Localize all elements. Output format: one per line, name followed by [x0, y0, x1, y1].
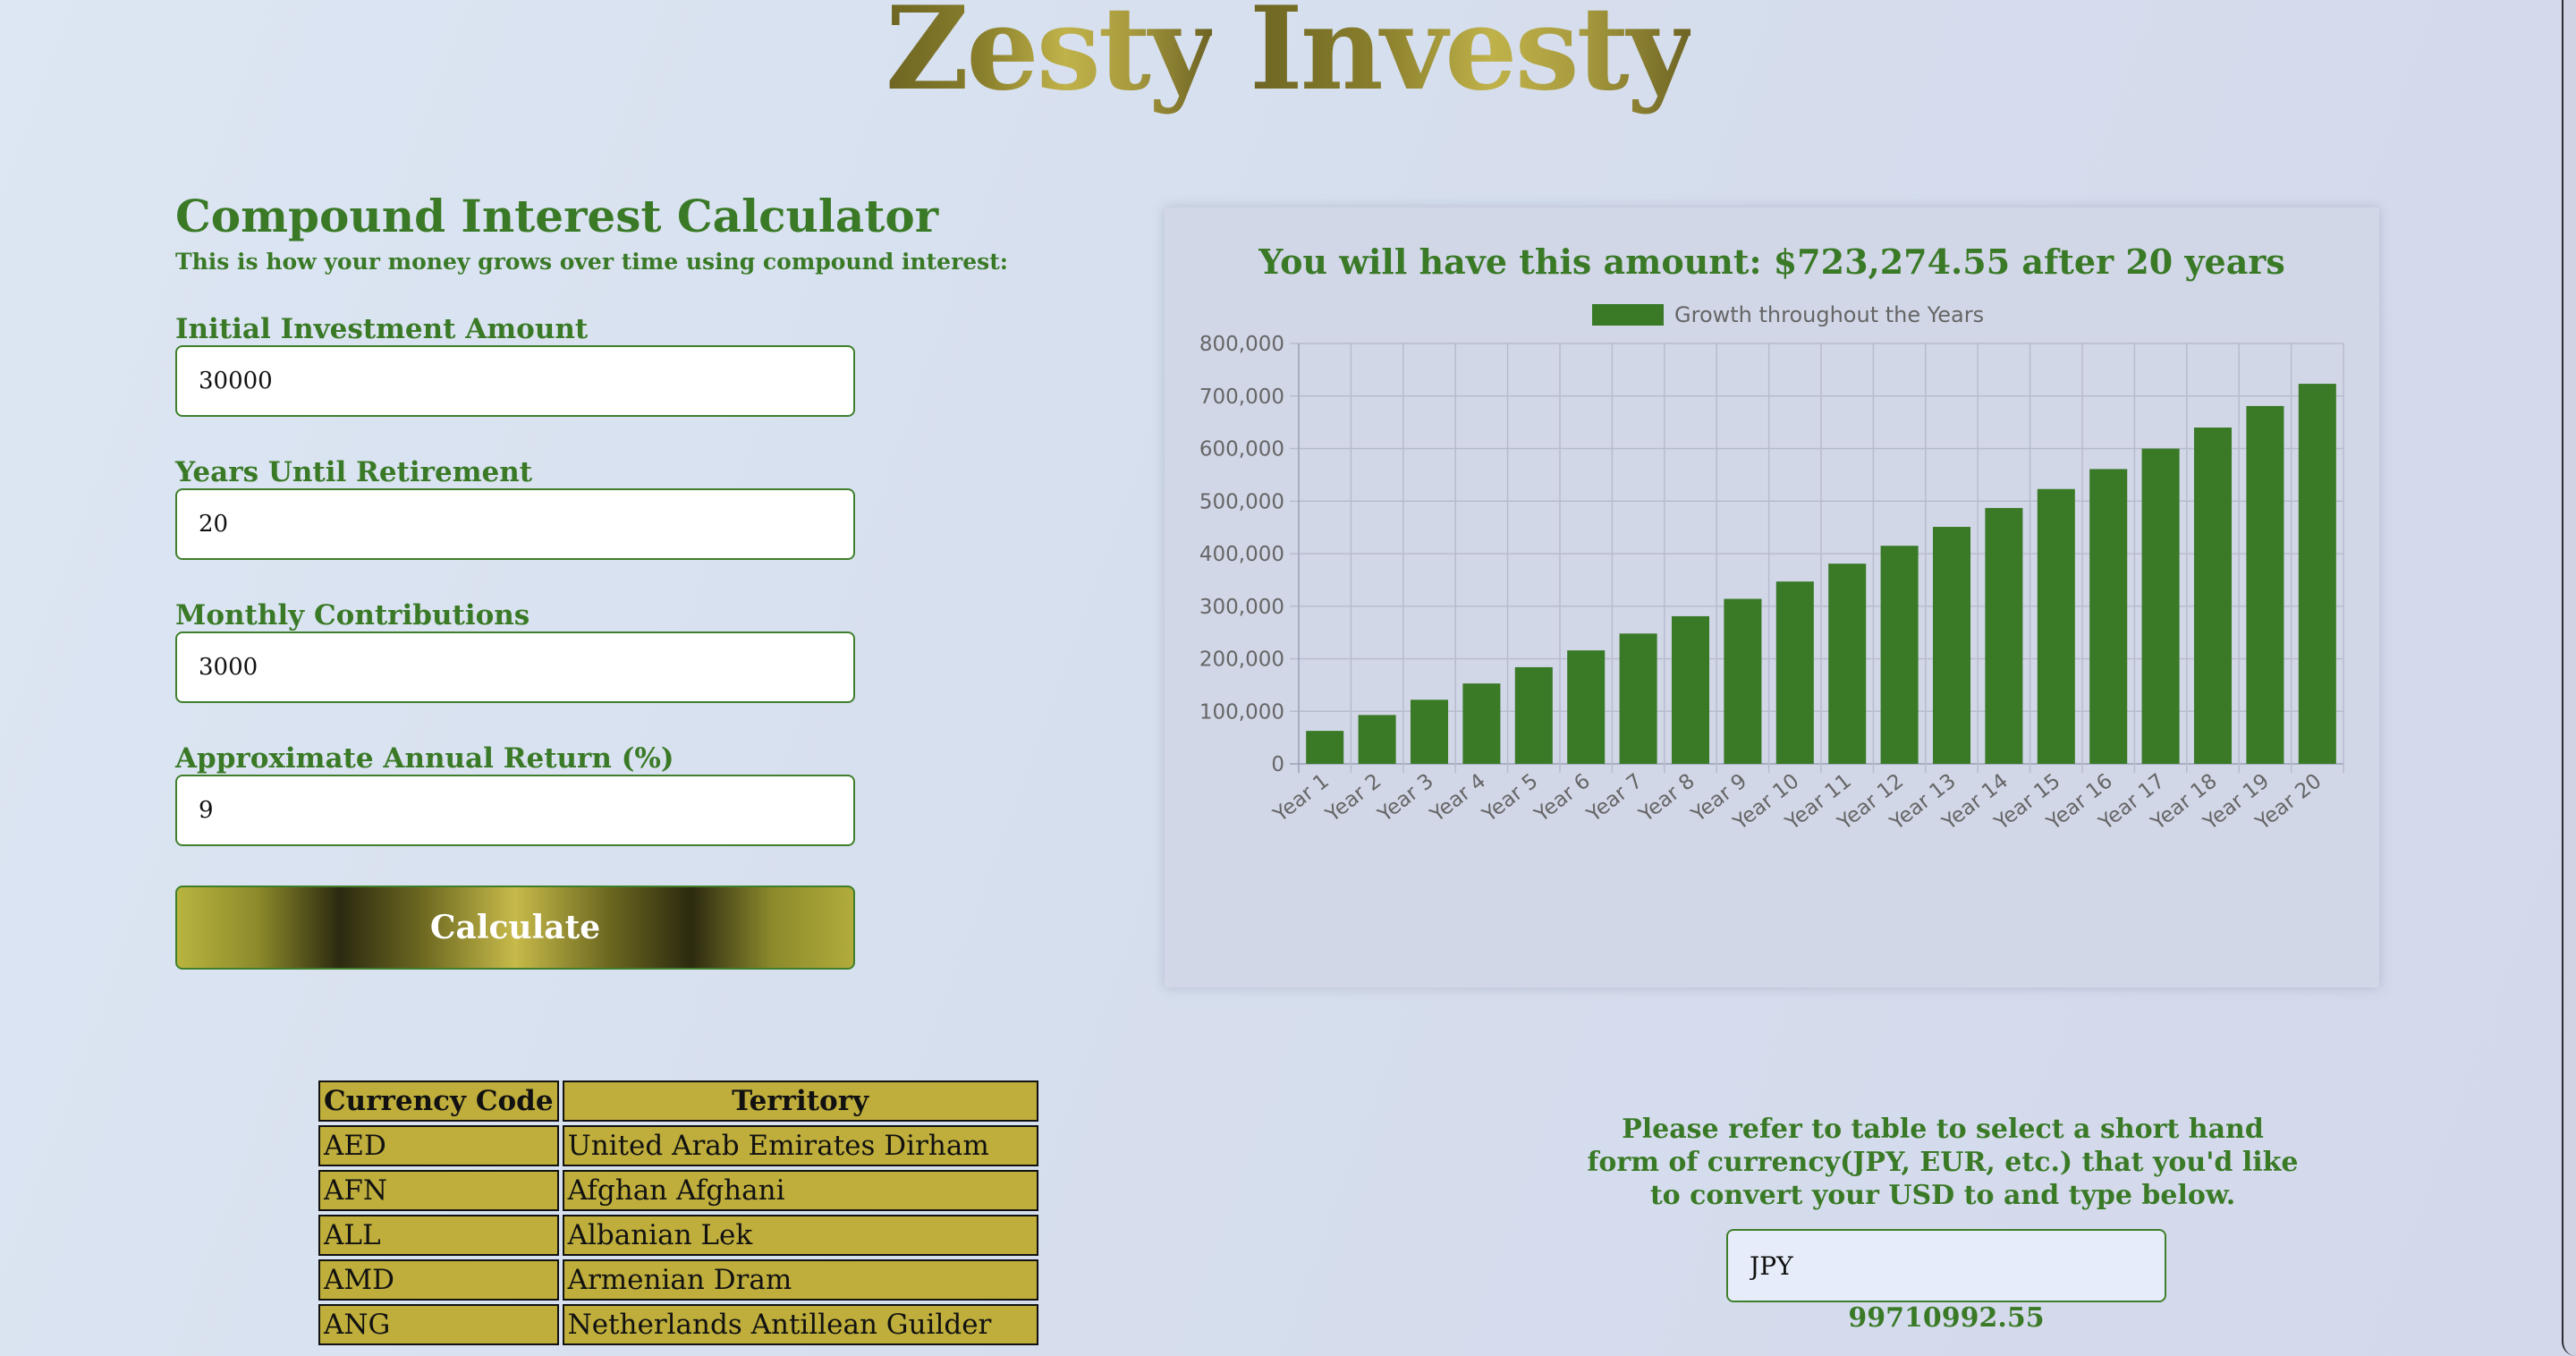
- bar-6: [1567, 650, 1606, 764]
- years-until-retirement-label: Years Until Retirement: [175, 456, 533, 488]
- bar-20: [2298, 384, 2336, 764]
- bar-1: [1306, 731, 1344, 764]
- x-tick-label: Year 1: [1268, 769, 1333, 827]
- bar-8: [1671, 615, 1710, 764]
- bar-13: [1932, 527, 1971, 764]
- bar-4: [1462, 683, 1501, 764]
- bar-14: [1985, 507, 2023, 764]
- bar-17: [2141, 448, 2180, 764]
- currency-code-input[interactable]: [1726, 1229, 2166, 1302]
- table-row: AED United Arab Emirates Dirham: [318, 1125, 1038, 1166]
- x-tick-label: Year 8: [1634, 769, 1699, 827]
- territory-cell: United Arab Emirates Dirham: [562, 1125, 1038, 1166]
- table-header-row: Currency Code Territory: [318, 1081, 1038, 1122]
- initial-investment-label: Initial Investment Amount: [175, 313, 589, 345]
- table-row: ALL Albanian Lek: [318, 1215, 1038, 1256]
- column-header-territory: Territory: [562, 1081, 1038, 1122]
- currency-code-cell: AFN: [318, 1170, 559, 1211]
- bar-19: [2246, 405, 2284, 764]
- converted-amount: 99710992.55: [1848, 1302, 2045, 1334]
- bar-15: [2037, 488, 2075, 764]
- x-tick-label: Year 5: [1478, 769, 1542, 827]
- monthly-contributions-label: Monthly Contributions: [175, 599, 530, 631]
- growth-chart-card: You will have this amount: $723,274.55 a…: [1165, 208, 2379, 987]
- growth-bar-chart: 0 100,000 200,000 300,000 400,000 500,000 600,…: [1199, 333, 2344, 835]
- bar-11: [1828, 564, 1867, 764]
- table-row: AMD Armenian Dram: [318, 1259, 1038, 1301]
- converter-instructions: Please refer to table to select a short …: [1587, 1114, 2299, 1211]
- currency-code-cell: AMD: [318, 1259, 559, 1301]
- bar-16: [2089, 469, 2128, 764]
- window-edge: [2562, 0, 2576, 1356]
- x-tick-label: Year 6: [1530, 769, 1594, 827]
- table-row: ANG Netherlands Antillean Guilder: [318, 1304, 1038, 1345]
- bar-2: [1358, 715, 1396, 764]
- y-tick-label: 500,000: [1199, 490, 1284, 513]
- bar-3: [1410, 699, 1449, 764]
- initial-investment-input[interactable]: [175, 345, 855, 417]
- column-header-currency-code: Currency Code: [318, 1081, 559, 1122]
- brand-word-2: Investy: [1250, 0, 1693, 116]
- table-row: AFN Afghan Afghani: [318, 1170, 1038, 1211]
- bar-9: [1724, 598, 1762, 764]
- calculator-subtitle: This is how your money grows over time u…: [175, 249, 1009, 275]
- bar-7: [1619, 633, 1657, 764]
- y-tick-label: 700,000: [1199, 386, 1284, 409]
- y-tick-label: 600,000: [1199, 438, 1284, 462]
- territory-cell: Afghan Afghani: [562, 1170, 1038, 1211]
- bar-5: [1514, 666, 1553, 764]
- years-until-retirement-input[interactable]: [175, 488, 855, 560]
- brand-word-1: Zesty: [886, 0, 1215, 116]
- bar-10: [1775, 581, 1814, 764]
- x-tick-label: Year 4: [1426, 769, 1490, 827]
- x-tick-label: Year 2: [1321, 769, 1385, 827]
- annual-return-input[interactable]: [175, 775, 855, 846]
- monthly-contributions-input[interactable]: [175, 631, 855, 703]
- currency-code-cell: ANG: [318, 1304, 559, 1345]
- brand-logo: Zesty Investy: [0, 0, 2576, 134]
- y-tick-label: 300,000: [1199, 596, 1284, 619]
- y-tick-label: 200,000: [1199, 648, 1284, 672]
- x-tick-label: Year 3: [1373, 769, 1437, 827]
- territory-cell: Albanian Lek: [562, 1215, 1038, 1256]
- calculate-button[interactable]: Calculate: [175, 886, 855, 970]
- y-tick-label: 0: [1271, 753, 1284, 776]
- currency-table: Currency Code Territory AED United Arab …: [315, 1077, 1042, 1349]
- bar-18: [2193, 428, 2233, 764]
- calculator-title: Compound Interest Calculator: [175, 190, 939, 242]
- annual-return-label: Approximate Annual Return (%): [175, 742, 674, 775]
- territory-cell: Armenian Dram: [562, 1259, 1038, 1301]
- y-tick-label: 100,000: [1199, 700, 1284, 724]
- currency-code-cell: ALL: [318, 1215, 559, 1256]
- x-tick-label: Year 7: [1582, 769, 1647, 827]
- y-tick-label: 800,000: [1199, 333, 1284, 356]
- territory-cell: Netherlands Antillean Guilder: [562, 1304, 1038, 1345]
- bar-12: [1880, 546, 1919, 764]
- y-tick-label: 400,000: [1199, 543, 1284, 566]
- currency-code-cell: AED: [318, 1125, 559, 1166]
